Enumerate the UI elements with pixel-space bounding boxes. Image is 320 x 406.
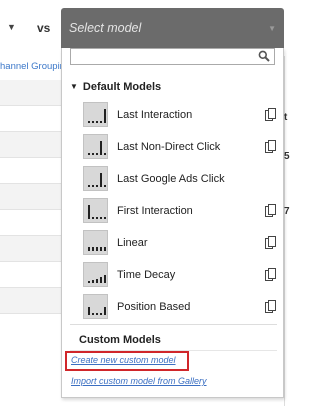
first-interaction-icon [83, 198, 108, 223]
table-row [0, 236, 62, 262]
copy-icon[interactable] [265, 268, 276, 281]
model-item-position-based[interactable]: Position Based [83, 293, 278, 320]
last-interaction-icon [83, 102, 108, 127]
section-divider [70, 324, 277, 325]
copy-icon[interactable] [265, 140, 276, 153]
model-item-linear[interactable]: Linear [83, 229, 278, 256]
expand-triangle-icon: ▼ [70, 82, 78, 91]
right-edge-text: 5 [284, 151, 290, 162]
table-row [0, 106, 62, 132]
table-row [0, 210, 62, 236]
time-decay-icon [83, 262, 108, 287]
model-item-last-google-ads-click[interactable]: Last Google Ads Click [83, 165, 278, 192]
table-row [0, 184, 62, 210]
last-non-direct-click-icon [83, 134, 108, 159]
model-label: Last Non-Direct Click [117, 140, 221, 153]
position-based-icon [83, 294, 108, 319]
right-edge-text: t [284, 112, 288, 123]
copy-icon[interactable] [265, 204, 276, 217]
table-row [0, 158, 62, 184]
custom-models-header: Custom Models [79, 334, 161, 346]
vs-label: vs [37, 21, 51, 35]
model-item-time-decay[interactable]: Time Decay [83, 261, 278, 288]
model-item-last-non-direct-click[interactable]: Last Non-Direct Click [83, 133, 278, 160]
copy-icon[interactable] [265, 236, 276, 249]
table-row [0, 80, 62, 106]
table-row [0, 288, 62, 314]
channel-grouping-link[interactable]: hannel Grouping [0, 61, 62, 72]
report-right-edge [284, 56, 289, 406]
last-google-ads-click-icon [83, 166, 108, 191]
report-header-left: ▼ vs [0, 0, 62, 56]
model-label: Linear [117, 236, 148, 249]
model-select-placeholder: Select model [69, 21, 142, 35]
model-label: Time Decay [117, 268, 176, 281]
import-custom-model-link[interactable]: Import custom model from Gallery [71, 376, 207, 386]
model-item-last-interaction[interactable]: Last Interaction [83, 101, 278, 128]
model-item-first-interaction[interactable]: First Interaction [83, 197, 278, 224]
model-select-dropdown[interactable]: Select model ▼ [61, 8, 284, 48]
chevron-down-icon: ▼ [268, 24, 276, 33]
copy-icon[interactable] [265, 108, 276, 121]
linear-icon [83, 230, 108, 255]
table-row [0, 262, 62, 288]
model-search-input[interactable] [70, 48, 275, 65]
report-rows [0, 80, 62, 314]
table-row [0, 132, 62, 158]
right-edge-text: 7 [284, 206, 290, 217]
model-label: Last Interaction [117, 108, 193, 121]
dimension-dropdown-caret-icon[interactable]: ▼ [7, 22, 16, 32]
model-label: First Interaction [117, 204, 193, 217]
search-icon [258, 50, 270, 62]
model-dropdown-panel: ▼ Default Models Last Interaction Last N… [61, 48, 284, 398]
model-label: Position Based [117, 300, 191, 313]
copy-icon[interactable] [265, 300, 276, 313]
default-models-header[interactable]: ▼ Default Models [70, 81, 161, 93]
model-label: Last Google Ads Click [117, 172, 225, 185]
create-custom-model-link[interactable]: Create new custom model [71, 355, 176, 365]
